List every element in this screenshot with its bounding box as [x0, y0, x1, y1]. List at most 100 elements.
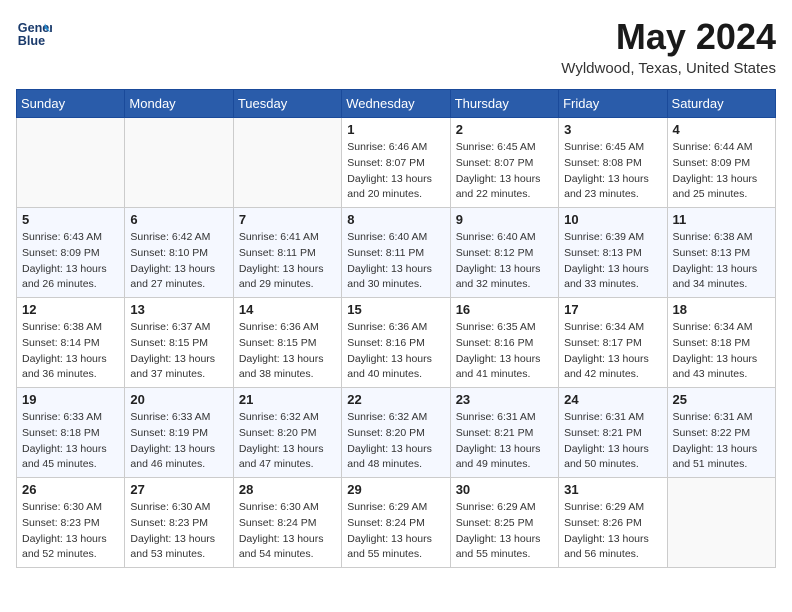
day-info: Sunrise: 6:40 AMSunset: 8:11 PMDaylight:… — [347, 230, 444, 293]
calendar-day-cell: 27Sunrise: 6:30 AMSunset: 8:23 PMDayligh… — [125, 478, 233, 568]
calendar-day-cell: 17 Sunrise: 6:34 AMSunset: 8:17 PMDayligh… — [559, 298, 667, 388]
day-info: Sunrise: 6:45 AMSunset: 8:08 PMDaylight:… — [564, 140, 661, 203]
day-number: 16 — [456, 302, 553, 317]
day-info: Sunrise: 6:44 AMSunset: 8:09 PMDaylight:… — [673, 140, 770, 203]
calendar-week-row: 26 Sunrise: 6:30 AMSunset: 8:23 PMDayligh… — [17, 478, 776, 568]
calendar-day-cell: 20Sunrise: 6:33 AMSunset: 8:19 PMDayligh… — [125, 388, 233, 478]
day-number: 12 — [22, 302, 119, 317]
day-number: 21 — [239, 392, 336, 407]
calendar-table: SundayMondayTuesdayWednesdayThursdayFrid… — [16, 89, 776, 568]
calendar-day-cell: 24 Sunrise: 6:31 AMSunset: 8:21 PMDayligh… — [559, 388, 667, 478]
day-number: 15 — [347, 302, 444, 317]
weekday-header-friday: Friday — [559, 90, 667, 118]
calendar-week-row: 19 Sunrise: 6:33 AMSunset: 8:18 PMDayligh… — [17, 388, 776, 478]
day-number: 9 — [456, 212, 553, 227]
day-info: Sunrise: 6:29 AMSunset: 8:26 PMDaylight:… — [564, 500, 661, 563]
day-info: Sunrise: 6:35 AMSunset: 8:16 PMDaylight:… — [456, 320, 553, 383]
month-title: May 2024 — [561, 16, 776, 58]
svg-text:Blue: Blue — [18, 34, 45, 48]
calendar-day-cell: 10Sunrise: 6:39 AMSunset: 8:13 PMDayligh… — [559, 208, 667, 298]
calendar-day-cell: 18 Sunrise: 6:34 AMSunset: 8:18 PMDayligh… — [667, 298, 775, 388]
day-number: 3 — [564, 122, 661, 137]
logo-icon: General Blue — [16, 16, 52, 52]
day-info: Sunrise: 6:46 AMSunset: 8:07 PMDaylight:… — [347, 140, 444, 203]
calendar-day-cell — [233, 118, 341, 208]
title-block: May 2024 Wyldwood, Texas, United States — [561, 16, 776, 77]
day-info: Sunrise: 6:31 AMSunset: 8:21 PMDaylight:… — [456, 410, 553, 473]
calendar-day-cell: 16 Sunrise: 6:35 AMSunset: 8:16 PMDayligh… — [450, 298, 558, 388]
day-info: Sunrise: 6:29 AMSunset: 8:24 PMDaylight:… — [347, 500, 444, 563]
day-info: Sunrise: 6:33 AMSunset: 8:18 PMDaylight:… — [22, 410, 119, 473]
day-number: 8 — [347, 212, 444, 227]
page-header: General Blue May 2024 Wyldwood, Texas, U… — [16, 16, 776, 77]
day-number: 30 — [456, 482, 553, 497]
day-info: Sunrise: 6:31 AMSunset: 8:22 PMDaylight:… — [673, 410, 770, 473]
day-info: Sunrise: 6:30 AMSunset: 8:24 PMDaylight:… — [239, 500, 336, 563]
day-number: 29 — [347, 482, 444, 497]
day-info: Sunrise: 6:33 AMSunset: 8:19 PMDaylight:… — [130, 410, 227, 473]
weekday-header-saturday: Saturday — [667, 90, 775, 118]
calendar-day-cell: 26Sunrise: 6:30 AMSunset: 8:23 PMDayligh… — [17, 478, 125, 568]
day-number: 17 — [564, 302, 661, 317]
day-number: 18 — [673, 302, 770, 317]
day-number: 2 — [456, 122, 553, 137]
calendar-day-cell: 12 Sunrise: 6:38 AMSunset: 8:14 PMDayligh… — [17, 298, 125, 388]
weekday-header-thursday: Thursday — [450, 90, 558, 118]
day-info: Sunrise: 6:29 AMSunset: 8:25 PMDaylight:… — [456, 500, 553, 563]
calendar-day-cell: 13Sunrise: 6:37 AMSunset: 8:15 PMDayligh… — [125, 298, 233, 388]
calendar-day-cell: 15 Sunrise: 6:36 AMSunset: 8:16 PMDayligh… — [342, 298, 450, 388]
calendar-day-cell: 22 Sunrise: 6:32 AMSunset: 8:20 PMDayligh… — [342, 388, 450, 478]
day-info: Sunrise: 6:42 AMSunset: 8:10 PMDaylight:… — [130, 230, 227, 293]
day-info: Sunrise: 6:41 AMSunset: 8:11 PMDaylight:… — [239, 230, 336, 293]
calendar-day-cell: 21Sunrise: 6:32 AMSunset: 8:20 PMDayligh… — [233, 388, 341, 478]
day-number: 11 — [673, 212, 770, 227]
calendar-day-cell: 9 Sunrise: 6:40 AMSunset: 8:12 PMDaylight… — [450, 208, 558, 298]
day-info: Sunrise: 6:30 AMSunset: 8:23 PMDaylight:… — [130, 500, 227, 563]
weekday-header-sunday: Sunday — [17, 90, 125, 118]
day-number: 22 — [347, 392, 444, 407]
calendar-day-cell: 31 Sunrise: 6:29 AMSunset: 8:26 PMDayligh… — [559, 478, 667, 568]
day-number: 5 — [22, 212, 119, 227]
day-info: Sunrise: 6:34 AMSunset: 8:17 PMDaylight:… — [564, 320, 661, 383]
calendar-day-cell: 30 Sunrise: 6:29 AMSunset: 8:25 PMDayligh… — [450, 478, 558, 568]
day-number: 1 — [347, 122, 444, 137]
day-info: Sunrise: 6:31 AMSunset: 8:21 PMDaylight:… — [564, 410, 661, 473]
calendar-day-cell: 25 Sunrise: 6:31 AMSunset: 8:22 PMDayligh… — [667, 388, 775, 478]
day-info: Sunrise: 6:40 AMSunset: 8:12 PMDaylight:… — [456, 230, 553, 293]
calendar-day-cell: 7 Sunrise: 6:41 AMSunset: 8:11 PMDaylight… — [233, 208, 341, 298]
calendar-day-cell: 28 Sunrise: 6:30 AMSunset: 8:24 PMDayligh… — [233, 478, 341, 568]
day-number: 24 — [564, 392, 661, 407]
weekday-header-monday: Monday — [125, 90, 233, 118]
calendar-day-cell — [17, 118, 125, 208]
day-info: Sunrise: 6:38 AMSunset: 8:13 PMDaylight:… — [673, 230, 770, 293]
day-info: Sunrise: 6:39 AMSunset: 8:13 PMDaylight:… — [564, 230, 661, 293]
calendar-day-cell — [667, 478, 775, 568]
calendar-week-row: 12 Sunrise: 6:38 AMSunset: 8:14 PMDayligh… — [17, 298, 776, 388]
day-number: 6 — [130, 212, 227, 227]
calendar-day-cell: 29 Sunrise: 6:29 AMSunset: 8:24 PMDayligh… — [342, 478, 450, 568]
calendar-day-cell: 19 Sunrise: 6:33 AMSunset: 8:18 PMDayligh… — [17, 388, 125, 478]
day-info: Sunrise: 6:34 AMSunset: 8:18 PMDaylight:… — [673, 320, 770, 383]
day-number: 19 — [22, 392, 119, 407]
day-number: 13 — [130, 302, 227, 317]
calendar-day-cell: 6 Sunrise: 6:42 AMSunset: 8:10 PMDaylight… — [125, 208, 233, 298]
logo: General Blue — [16, 16, 52, 52]
location: Wyldwood, Texas, United States — [561, 60, 776, 77]
day-number: 26 — [22, 482, 119, 497]
day-number: 25 — [673, 392, 770, 407]
calendar-day-cell: 8 Sunrise: 6:40 AMSunset: 8:11 PMDaylight… — [342, 208, 450, 298]
day-number: 31 — [564, 482, 661, 497]
day-number: 7 — [239, 212, 336, 227]
day-number: 28 — [239, 482, 336, 497]
day-number: 4 — [673, 122, 770, 137]
day-info: Sunrise: 6:38 AMSunset: 8:14 PMDaylight:… — [22, 320, 119, 383]
calendar-header-row: SundayMondayTuesdayWednesdayThursdayFrid… — [17, 90, 776, 118]
calendar-day-cell: 14Sunrise: 6:36 AMSunset: 8:15 PMDayligh… — [233, 298, 341, 388]
day-info: Sunrise: 6:36 AMSunset: 8:16 PMDaylight:… — [347, 320, 444, 383]
day-info: Sunrise: 6:32 AMSunset: 8:20 PMDaylight:… — [347, 410, 444, 473]
calendar-day-cell: 11 Sunrise: 6:38 AMSunset: 8:13 PMDayligh… — [667, 208, 775, 298]
day-info: Sunrise: 6:45 AMSunset: 8:07 PMDaylight:… — [456, 140, 553, 203]
calendar-day-cell: 23Sunrise: 6:31 AMSunset: 8:21 PMDayligh… — [450, 388, 558, 478]
weekday-header-wednesday: Wednesday — [342, 90, 450, 118]
day-info: Sunrise: 6:43 AMSunset: 8:09 PMDaylight:… — [22, 230, 119, 293]
